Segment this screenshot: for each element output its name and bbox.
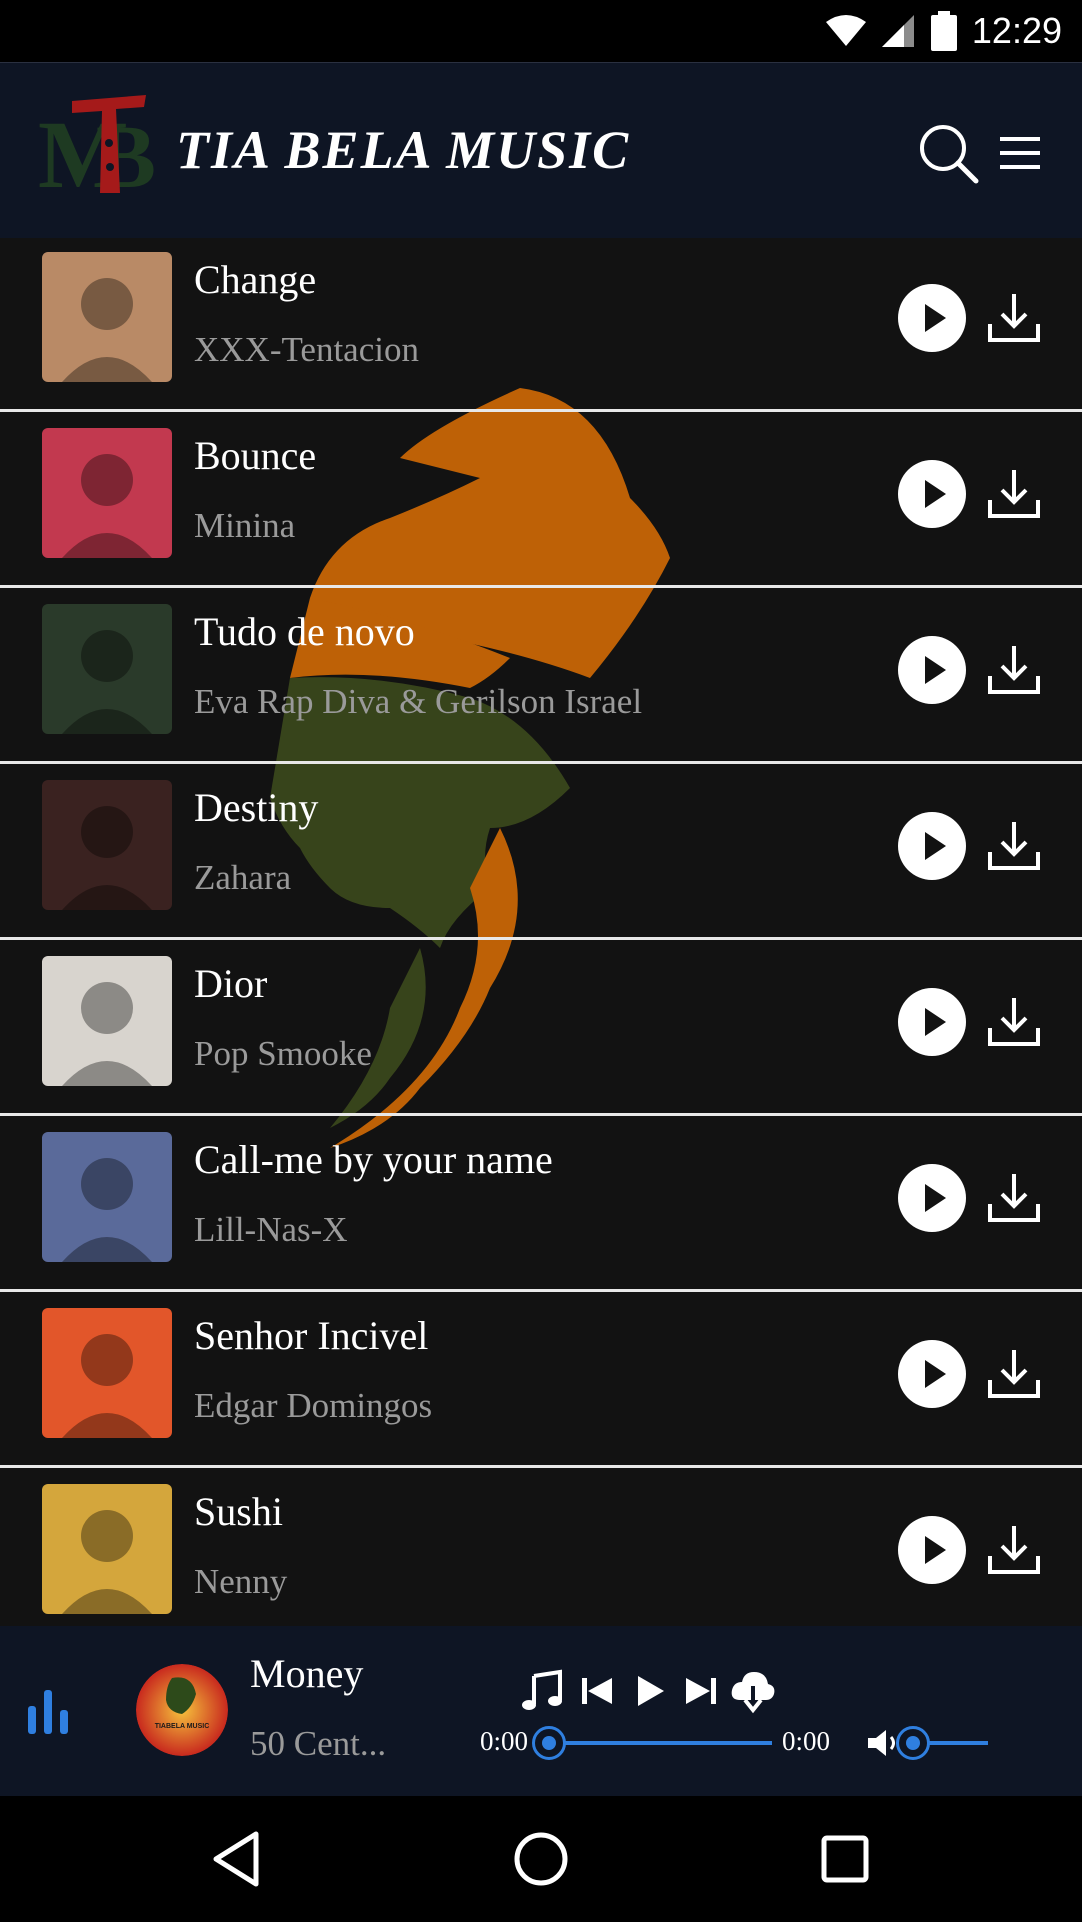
wifi-icon — [825, 15, 866, 46]
track-artist: Edgar Domingos — [194, 1386, 433, 1425]
track-row[interactable]: Tudo de novo Eva Rap Diva & Gerilson Isra… — [0, 590, 1082, 764]
track-row[interactable]: Bounce Minina — [0, 414, 1082, 588]
play-button[interactable] — [898, 460, 966, 528]
status-time: 12:29 — [971, 10, 1062, 51]
play-button[interactable] — [898, 1164, 966, 1232]
play-button[interactable] — [898, 284, 966, 352]
track-row[interactable]: Call-me by your name Lill-Nas-X — [0, 1118, 1082, 1292]
play-icon — [925, 480, 946, 508]
download-icon — [988, 294, 1040, 342]
download-icon — [988, 470, 1040, 518]
cloud-download-icon[interactable] — [730, 1668, 776, 1714]
track-row[interactable]: Sushi Nenny — [0, 1470, 1082, 1626]
track-row[interactable]: Dior Pop Smooke — [0, 942, 1082, 1116]
player-bar: TIABELA MUSIC Money 50 Cent... 0:00 0:00 — [0, 1626, 1082, 1796]
track-title: Tudo de novo — [194, 609, 415, 654]
download-button[interactable] — [984, 1344, 1044, 1404]
app-header: M B TIA BELA MUSIC — [0, 62, 1082, 239]
track-list[interactable]: Change XXX-Tentacion Bounce Minina Tudo de n… — [0, 238, 1082, 1626]
track-title: Sushi — [194, 1489, 283, 1534]
track-cover — [42, 428, 172, 558]
download-button[interactable] — [984, 816, 1044, 876]
download-button[interactable] — [984, 992, 1044, 1052]
app-logo: M B — [38, 95, 156, 203]
now-playing-artist: 50 Cent... — [250, 1724, 387, 1763]
track-title: Change — [194, 257, 317, 302]
play-icon — [925, 304, 946, 332]
track-cover — [42, 1132, 172, 1262]
previous-icon[interactable] — [574, 1668, 620, 1714]
music-note-icon[interactable] — [520, 1668, 566, 1714]
track-artist: Eva Rap Diva & Gerilson Israel — [194, 682, 643, 721]
cover-text: TIABELA MUSIC — [155, 1723, 210, 1730]
play-button[interactable] — [898, 988, 966, 1056]
track-cover — [42, 956, 172, 1086]
play-icon — [925, 656, 946, 684]
download-icon — [988, 1350, 1040, 1398]
track-row[interactable]: Senhor Incivel Edgar Domingos — [0, 1294, 1082, 1468]
play-icon — [925, 832, 946, 860]
now-playing-cover: TIABELA MUSIC — [136, 1664, 228, 1756]
search-icon[interactable] — [916, 121, 980, 185]
equalizer-icon[interactable] — [26, 1686, 78, 1736]
seek-thumb[interactable] — [532, 1726, 566, 1760]
seek-bar[interactable] — [548, 1741, 772, 1745]
now-playing-title: Money — [250, 1651, 364, 1696]
signal-icon — [881, 15, 914, 47]
track-title: Senhor Incivel — [194, 1313, 429, 1358]
download-button[interactable] — [984, 1168, 1044, 1228]
track-title: Dior — [194, 961, 268, 1006]
track-cover — [42, 604, 172, 734]
play-icon — [925, 1008, 946, 1036]
track-title: Bounce — [194, 433, 317, 478]
system-nav-bar — [0, 1796, 1082, 1922]
track-artist: XXX-Tentacion — [194, 330, 419, 369]
play-button[interactable] — [898, 812, 966, 880]
play-icon — [925, 1536, 946, 1564]
recents-icon[interactable] — [812, 1826, 878, 1892]
play-button[interactable] — [898, 1340, 966, 1408]
track-cover — [42, 1484, 172, 1614]
download-icon — [988, 822, 1040, 870]
track-row[interactable]: Destiny Zahara — [0, 766, 1082, 940]
current-time: 0:00 — [480, 1726, 529, 1756]
download-button[interactable] — [984, 288, 1044, 348]
download-icon — [988, 1174, 1040, 1222]
status-bar: 12:29 — [0, 0, 1082, 62]
play-icon — [925, 1360, 946, 1388]
download-icon — [988, 1526, 1040, 1574]
next-icon[interactable] — [678, 1668, 724, 1714]
download-button[interactable] — [984, 1520, 1044, 1580]
track-cover — [42, 1308, 172, 1438]
download-button[interactable] — [984, 464, 1044, 524]
play-button[interactable] — [898, 636, 966, 704]
play-icon — [925, 1184, 946, 1212]
download-button[interactable] — [984, 640, 1044, 700]
track-artist: Zahara — [194, 858, 292, 897]
home-icon[interactable] — [508, 1826, 574, 1892]
download-icon — [988, 998, 1040, 1046]
track-row[interactable]: Change XXX-Tentacion — [0, 238, 1082, 412]
track-cover — [42, 780, 172, 910]
play-button[interactable] — [898, 1516, 966, 1584]
track-title: Call-me by your name — [194, 1137, 553, 1182]
volume-thumb[interactable] — [896, 1726, 930, 1760]
download-icon — [988, 646, 1040, 694]
battery-icon — [930, 11, 957, 51]
track-artist: Minina — [194, 506, 296, 545]
duration: 0:00 — [782, 1726, 831, 1756]
status-icons: 12:29 — [825, 8, 1062, 54]
back-icon[interactable] — [204, 1826, 270, 1892]
track-title: Destiny — [194, 785, 319, 830]
play-icon[interactable] — [626, 1668, 672, 1714]
track-artist: Lill-Nas-X — [194, 1210, 348, 1249]
menu-icon[interactable] — [988, 121, 1052, 185]
app-title: TIA BELA MUSIC — [176, 120, 631, 180]
track-artist: Nenny — [194, 1562, 288, 1601]
track-cover — [42, 252, 172, 382]
track-artist: Pop Smooke — [194, 1034, 372, 1073]
